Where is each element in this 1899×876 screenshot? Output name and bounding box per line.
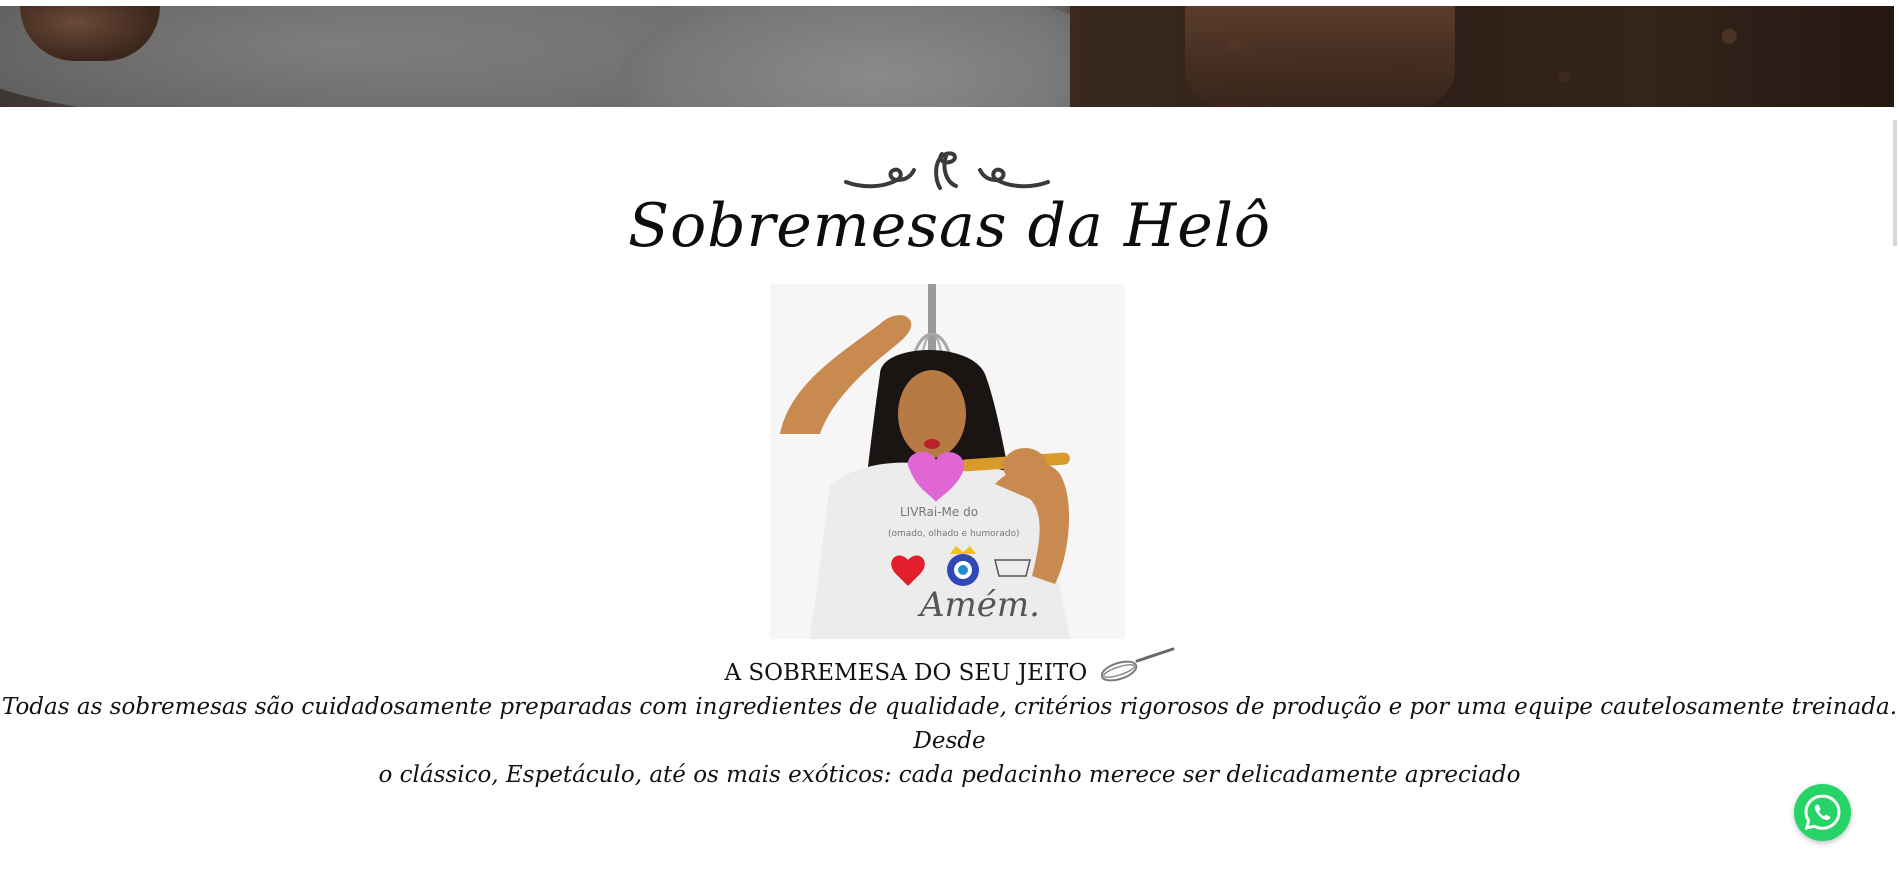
whisk-icon <box>1100 647 1174 682</box>
shirt-text-1: LIVRai-Me do <box>900 505 978 519</box>
whatsapp-button[interactable] <box>1794 784 1851 841</box>
plate-shape-2 <box>620 6 1140 107</box>
shirt-text-3: Amém. <box>917 585 1040 625</box>
description-line-1: Todas as sobremesas são cuidadosamente p… <box>1 694 1898 754</box>
description-line-2: o clássico, Espetáculo, até os mais exót… <box>378 762 1521 788</box>
site-title: Sobremesas da Helô <box>627 191 1272 261</box>
tagline: A SOBREMESA DO SEU JEITO <box>0 647 1899 693</box>
shirt-text-2: (omado, olhado e humorado) <box>888 529 1020 539</box>
cup-shape <box>1185 6 1455 107</box>
whatsapp-icon <box>1804 794 1841 831</box>
hero-banner-image <box>0 6 1894 107</box>
chef-portrait-image: LIVRai-Me do (omado, olhado e humorado) … <box>770 284 1125 639</box>
intro-description: Todas as sobremesas são cuidadosamente p… <box>0 690 1899 792</box>
tagline-text: A SOBREMESA DO SEU JEITO <box>724 660 1088 686</box>
